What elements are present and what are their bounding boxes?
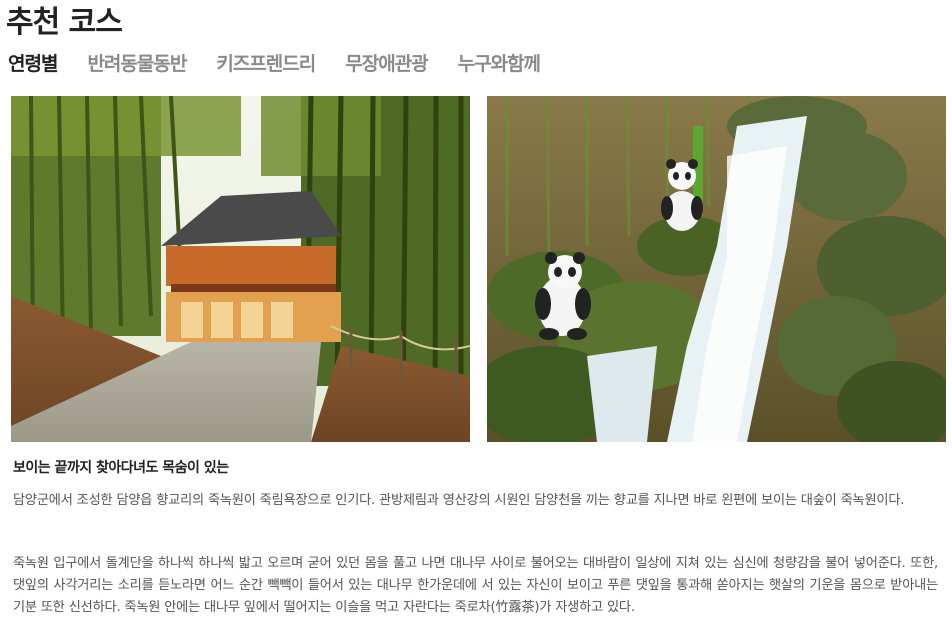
article-paragraph-2: 죽녹원 입구에서 돌계단을 하나씩 하나씩 밟고 오르며 굳어 있던 몸을 풀고… [13, 556, 938, 615]
tab-pets[interactable]: 반려동물동반 [87, 50, 187, 78]
category-tabs: 연령별 반려동물동반 키즈프렌드리 무장애관광 누구와함께 [8, 50, 570, 78]
tab-with-whom[interactable]: 누구와함께 [458, 50, 541, 78]
bamboo-path-image [11, 96, 470, 442]
tab-age[interactable]: 연령별 [8, 50, 58, 78]
waterfall-panda-image [487, 96, 946, 442]
page-title: 추천 코스 [6, 5, 123, 40]
tab-kids-friendly[interactable]: 키즈프렌드리 [216, 50, 316, 78]
waterfall-panda-photo [487, 96, 946, 442]
article-heading: 보이는 끝까지 찾아다녀도 목숨이 있는 [13, 460, 229, 476]
bamboo-path-photo [11, 96, 470, 442]
recommended-course-page: 추천 코스 연령별 반려동물동반 키즈프렌드리 무장애관광 누구와함께 보이는 … [0, 0, 952, 643]
article-paragraph-1: 담양군에서 조성한 담양읍 향교리의 죽녹원이 죽림욕장으로 인기다. 관방제림… [13, 493, 905, 508]
tab-barrier-free[interactable]: 무장애관광 [345, 50, 428, 78]
